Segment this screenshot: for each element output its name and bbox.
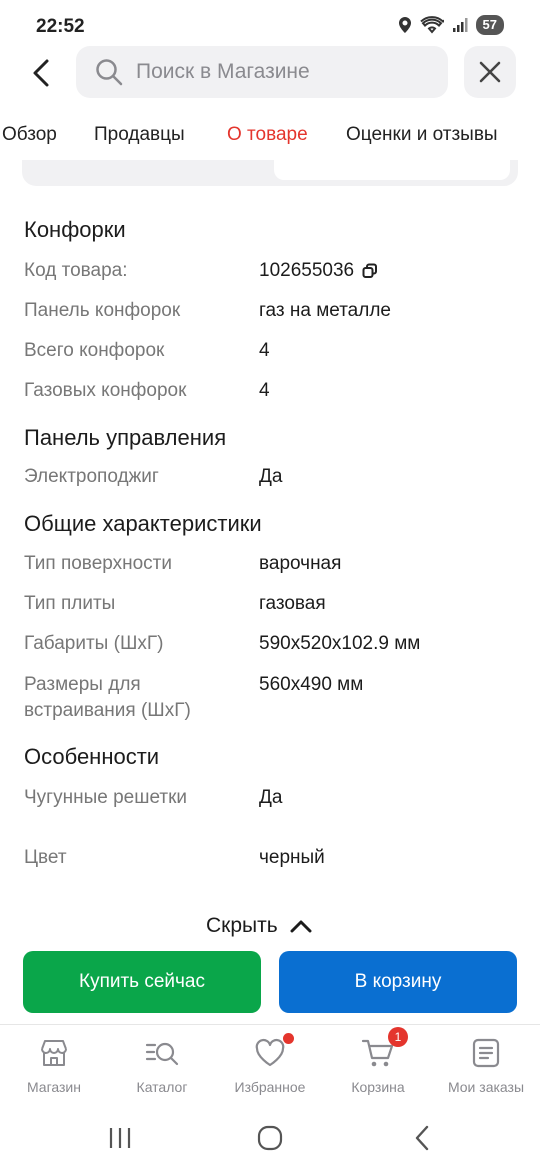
spec-value: варочная xyxy=(259,553,342,574)
section-title-general: Общие характеристики xyxy=(24,511,262,536)
system-nav-bar xyxy=(0,1106,540,1170)
home-icon xyxy=(257,1125,283,1151)
spec-label: Тип поверхности xyxy=(24,553,172,574)
search-input[interactable]: Поиск в Магазине xyxy=(76,46,448,98)
nav-label: Мои заказы xyxy=(447,1079,525,1095)
nav-label: Избранное xyxy=(234,1079,306,1095)
segment-option[interactable] xyxy=(274,160,510,180)
signal-icon xyxy=(452,18,468,32)
section-title-features: Особенности xyxy=(24,744,160,769)
location-icon xyxy=(398,17,411,33)
spec-label: Чугунные решетки xyxy=(24,787,188,808)
search-placeholder: Поиск в Магазине xyxy=(136,60,310,83)
spec-value: 590x520x102.9 мм xyxy=(259,633,421,654)
nav-item-catalog[interactable]: Каталог xyxy=(108,1035,216,1095)
spec-label: Панель конфорок xyxy=(24,300,181,321)
top-bar: Поиск в Магазине xyxy=(0,46,540,100)
back-arrow-icon xyxy=(33,59,49,87)
spec-label: Код товара: xyxy=(24,260,128,281)
nav-label: Магазин xyxy=(26,1079,81,1095)
search-icon xyxy=(96,59,123,86)
spec-label: Электроподжиг xyxy=(24,466,159,487)
spec-value-product-code: 102655036 xyxy=(259,258,378,284)
spec-value: 560x490 мм xyxy=(259,674,364,695)
cart-count-badge: 1 xyxy=(388,1027,408,1047)
recent-apps-icon xyxy=(109,1128,131,1148)
buy-now-button[interactable]: Купить сейчас xyxy=(23,951,261,1013)
copy-icon[interactable] xyxy=(362,263,378,279)
system-back-button[interactable] xyxy=(402,1122,442,1154)
nav-item-orders[interactable]: Мои заказы xyxy=(432,1035,540,1095)
spec-value: черный xyxy=(259,847,325,868)
tab-overview[interactable]: Обзор xyxy=(2,124,57,146)
spec-value: 4 xyxy=(259,340,270,361)
nav-item-favorites[interactable]: Избранное xyxy=(216,1033,324,1095)
spec-value: 4 xyxy=(259,380,270,401)
close-icon xyxy=(479,61,501,83)
spec-label: Размеры для встраивания (ШхГ) xyxy=(24,674,191,721)
close-button[interactable] xyxy=(464,46,516,98)
spec-label: Цвет xyxy=(24,847,67,868)
spec-label: Габариты (ШхГ) xyxy=(24,633,164,654)
product-code: 102655036 xyxy=(259,260,355,281)
tab-about-product[interactable]: О товаре xyxy=(227,124,308,146)
catalog-search-icon xyxy=(144,1035,180,1071)
section-title-burners: Конфорки xyxy=(24,217,126,242)
add-to-cart-button[interactable]: В корзину xyxy=(279,951,517,1013)
collapse-specs-button[interactable]: Скрыть xyxy=(206,914,312,938)
nav-label: Корзина xyxy=(351,1079,405,1095)
system-back-icon xyxy=(415,1125,429,1151)
battery-icon: 57 xyxy=(475,15,504,35)
spec-value: Да xyxy=(259,787,283,808)
spec-value: газ на металле xyxy=(259,300,391,321)
chevron-up-icon xyxy=(290,920,312,933)
tab-sellers[interactable]: Продавцы xyxy=(94,124,185,146)
status-icons: 57 xyxy=(398,15,504,35)
tab-reviews[interactable]: Оценки и отзывы xyxy=(346,124,498,146)
wifi-icon xyxy=(419,16,444,34)
status-time: 22:52 xyxy=(36,16,85,37)
section-title-control: Панель управления xyxy=(24,425,227,450)
nav-item-store[interactable]: Магазин xyxy=(0,1035,108,1095)
orders-icon xyxy=(468,1035,504,1071)
cart-icon: 1 xyxy=(360,1027,408,1071)
bottom-nav: Магазин Каталог Избранное 1 Корзина Мои … xyxy=(0,1024,540,1106)
segmented-control-remnant[interactable] xyxy=(22,160,518,186)
spec-value: газовая xyxy=(259,593,326,614)
heart-icon xyxy=(252,1033,294,1071)
home-button[interactable] xyxy=(250,1122,290,1154)
nav-label: Каталог xyxy=(136,1079,188,1095)
spec-label: Газовых конфорок xyxy=(24,380,187,401)
spec-label: Всего конфорок xyxy=(24,340,165,361)
status-bar: 22:52 57 xyxy=(0,0,540,50)
spec-value: Да xyxy=(259,466,283,487)
recent-apps-button[interactable] xyxy=(100,1122,140,1154)
collapse-label: Скрыть xyxy=(206,914,278,937)
notification-dot xyxy=(283,1033,294,1044)
back-button[interactable] xyxy=(22,54,60,92)
nav-item-cart[interactable]: 1 Корзина xyxy=(324,1027,432,1095)
store-icon xyxy=(36,1035,72,1071)
spec-label: Тип плиты xyxy=(24,593,116,614)
